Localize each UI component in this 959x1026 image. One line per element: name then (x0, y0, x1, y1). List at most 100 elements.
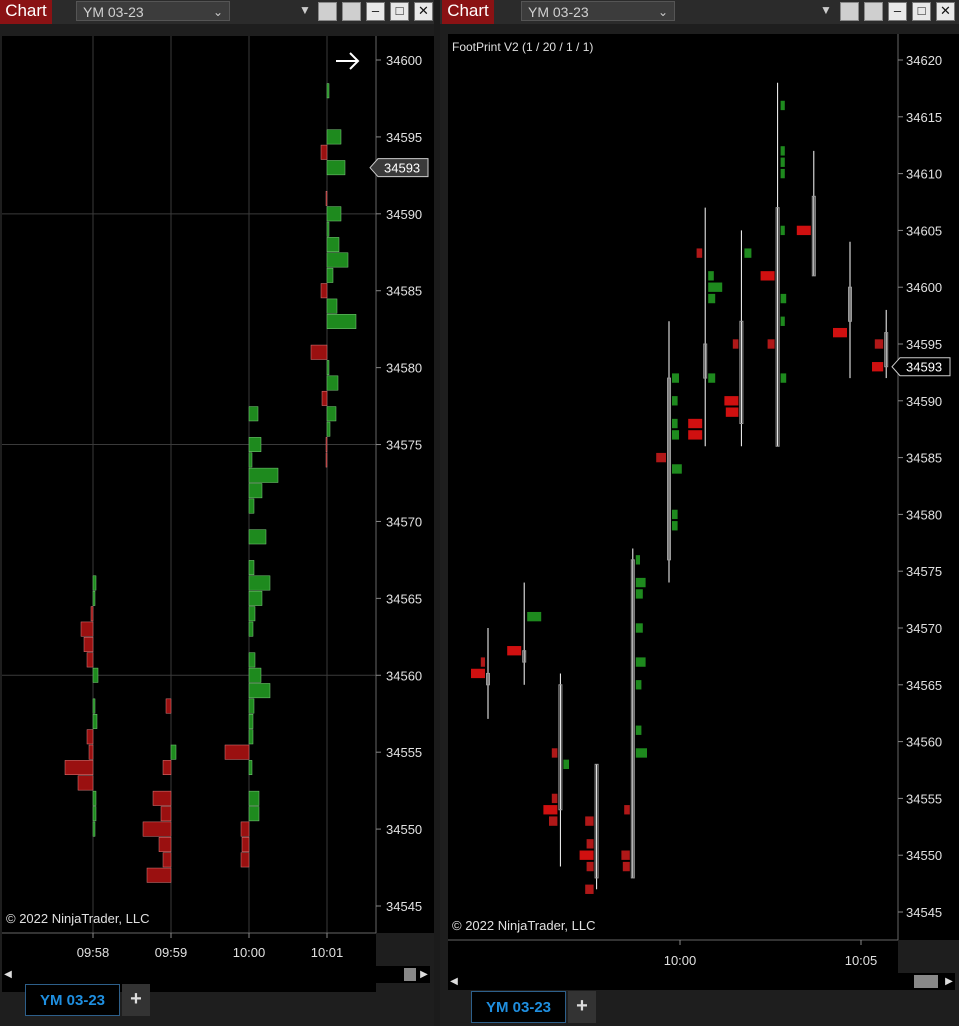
right-titlebar: Chart YM 03-23 ⌄ ▼ – □ ✕ (440, 0, 959, 24)
buy-volume-bar (248, 483, 263, 499)
buy-volume-bar (248, 606, 256, 622)
buy-volume-bar (326, 406, 337, 422)
y-tick-label: 34600 (906, 280, 942, 295)
y-tick-label: 34575 (386, 438, 422, 453)
buy-volume-bar (326, 129, 342, 145)
sell-volume-bar (240, 821, 250, 837)
buy-volume-bar (248, 575, 271, 591)
sell-volume-bar (77, 775, 94, 791)
sell-volume-bar (325, 437, 328, 452)
buy-volume-bar (248, 621, 254, 637)
y-tick-label: 34590 (386, 207, 422, 222)
buy-volume-bar (326, 298, 338, 314)
sell-volume-bar (158, 837, 172, 852)
maximize-icon[interactable]: □ (390, 2, 409, 21)
right-add-tab-button[interactable]: + (568, 991, 596, 1023)
sell-footprint-cell (471, 668, 485, 679)
left-scroll-thumb[interactable] (404, 968, 416, 981)
x-tick-label: 10:00 (233, 945, 266, 960)
minimize-icon[interactable]: – (888, 2, 907, 21)
sell-footprint-cell (621, 850, 630, 860)
maximize-icon[interactable]: □ (912, 2, 931, 21)
buy-volume-bar (326, 160, 346, 176)
buy-footprint-cell (744, 248, 752, 258)
caret-down-icon[interactable]: ▼ (299, 3, 311, 17)
y-tick-label: 34580 (386, 361, 422, 376)
buy-footprint-cell (672, 464, 682, 474)
y-tick-label: 34585 (386, 284, 422, 299)
left-scrollbar[interactable]: ◀ ▶ (2, 966, 430, 983)
last-price-label: 34593 (906, 360, 942, 375)
sell-footprint-cell (543, 805, 558, 815)
sell-footprint-cell (622, 861, 630, 872)
sell-footprint-cell (696, 248, 703, 258)
arrow-left-icon[interactable]: ◀ (2, 966, 14, 983)
sell-volume-bar (325, 190, 328, 206)
buy-volume-bar (326, 206, 342, 222)
copyright-text: © 2022 NinjaTrader, LLC (6, 911, 150, 926)
copyright-text: © 2022 NinjaTrader, LLC (452, 918, 596, 933)
left-panel-button-2[interactable] (342, 2, 361, 21)
buy-volume-bar (248, 790, 260, 806)
right-panel-button-2[interactable] (864, 2, 883, 21)
y-tick-label: 34620 (906, 53, 942, 68)
left-symbol-select[interactable]: YM 03-23 ⌄ (76, 1, 230, 21)
y-tick-label: 34610 (906, 167, 942, 182)
buy-footprint-cell (635, 589, 643, 599)
right-footprint-chart[interactable]: 34545 34550 34555 34560 34565 34570 34575 34580… (440, 26, 959, 976)
y-tick-label: 34605 (906, 223, 942, 238)
arrow-right-icon[interactable]: ▶ (943, 973, 955, 990)
buy-footprint-cell (672, 396, 678, 406)
right-tab-ym[interactable]: YM 03-23 (471, 991, 566, 1023)
buy-footprint-cell (563, 759, 569, 769)
left-plot-area (2, 36, 376, 933)
close-icon[interactable]: ✕ (414, 2, 433, 21)
sell-volume-bar (165, 698, 172, 714)
buy-footprint-cell (672, 521, 678, 531)
right-chart-badge[interactable]: Chart (442, 0, 494, 24)
buy-footprint-cell (780, 316, 785, 326)
buy-footprint-cell (672, 509, 678, 520)
sell-footprint-cell (624, 805, 630, 815)
y-tick-label: 34560 (906, 735, 942, 750)
right-symbol-select[interactable]: YM 03-23 ⌄ (521, 1, 675, 21)
left-panel-button-1[interactable] (318, 2, 337, 21)
left-tab-ym[interactable]: YM 03-23 (25, 984, 120, 1016)
x-tick-label: 09:58 (77, 945, 110, 960)
buy-footprint-cell (708, 293, 716, 304)
sell-footprint-cell (688, 430, 703, 440)
buy-volume-bar (326, 252, 349, 268)
sell-volume-bar (162, 760, 172, 776)
left-add-tab-button[interactable]: + (122, 984, 150, 1016)
right-scroll-thumb[interactable] (914, 975, 938, 988)
buy-footprint-cell (780, 373, 787, 383)
buy-volume-bar (92, 790, 97, 806)
sell-volume-bar (310, 344, 328, 360)
y-tick-label: 34550 (386, 822, 422, 837)
right-panel-button-1[interactable] (840, 2, 859, 21)
close-icon[interactable]: ✕ (936, 2, 955, 21)
buy-footprint-cell (672, 430, 679, 440)
sell-footprint-cell (585, 816, 594, 826)
x-tick-label: 10:05 (845, 953, 878, 968)
buy-volume-bar (248, 498, 255, 514)
buy-volume-bar (326, 267, 334, 283)
sell-footprint-cell (732, 339, 739, 349)
sell-footprint-cell (585, 884, 594, 894)
buy-volume-bar (326, 237, 340, 253)
buy-volume-bar (92, 575, 97, 591)
arrow-right-icon[interactable]: ▶ (418, 966, 430, 983)
caret-down-icon[interactable]: ▼ (820, 3, 832, 17)
minimize-icon[interactable]: – (366, 2, 385, 21)
sell-footprint-cell (724, 396, 739, 406)
buy-volume-bar (92, 713, 98, 729)
buy-volume-bar (326, 314, 357, 329)
buy-footprint-cell (635, 623, 643, 633)
sell-volume-bar (240, 852, 250, 868)
left-chart-badge[interactable]: Chart (0, 0, 52, 24)
left-volume-profile-chart[interactable]: 34545 34550 34555 34560 34565 34570 34575 34580… (0, 26, 434, 992)
right-plot-area (448, 34, 898, 940)
arrow-left-icon[interactable]: ◀ (448, 973, 460, 990)
y-tick-label: 34545 (906, 905, 942, 920)
right-scrollbar[interactable]: ◀ ▶ (448, 973, 955, 990)
